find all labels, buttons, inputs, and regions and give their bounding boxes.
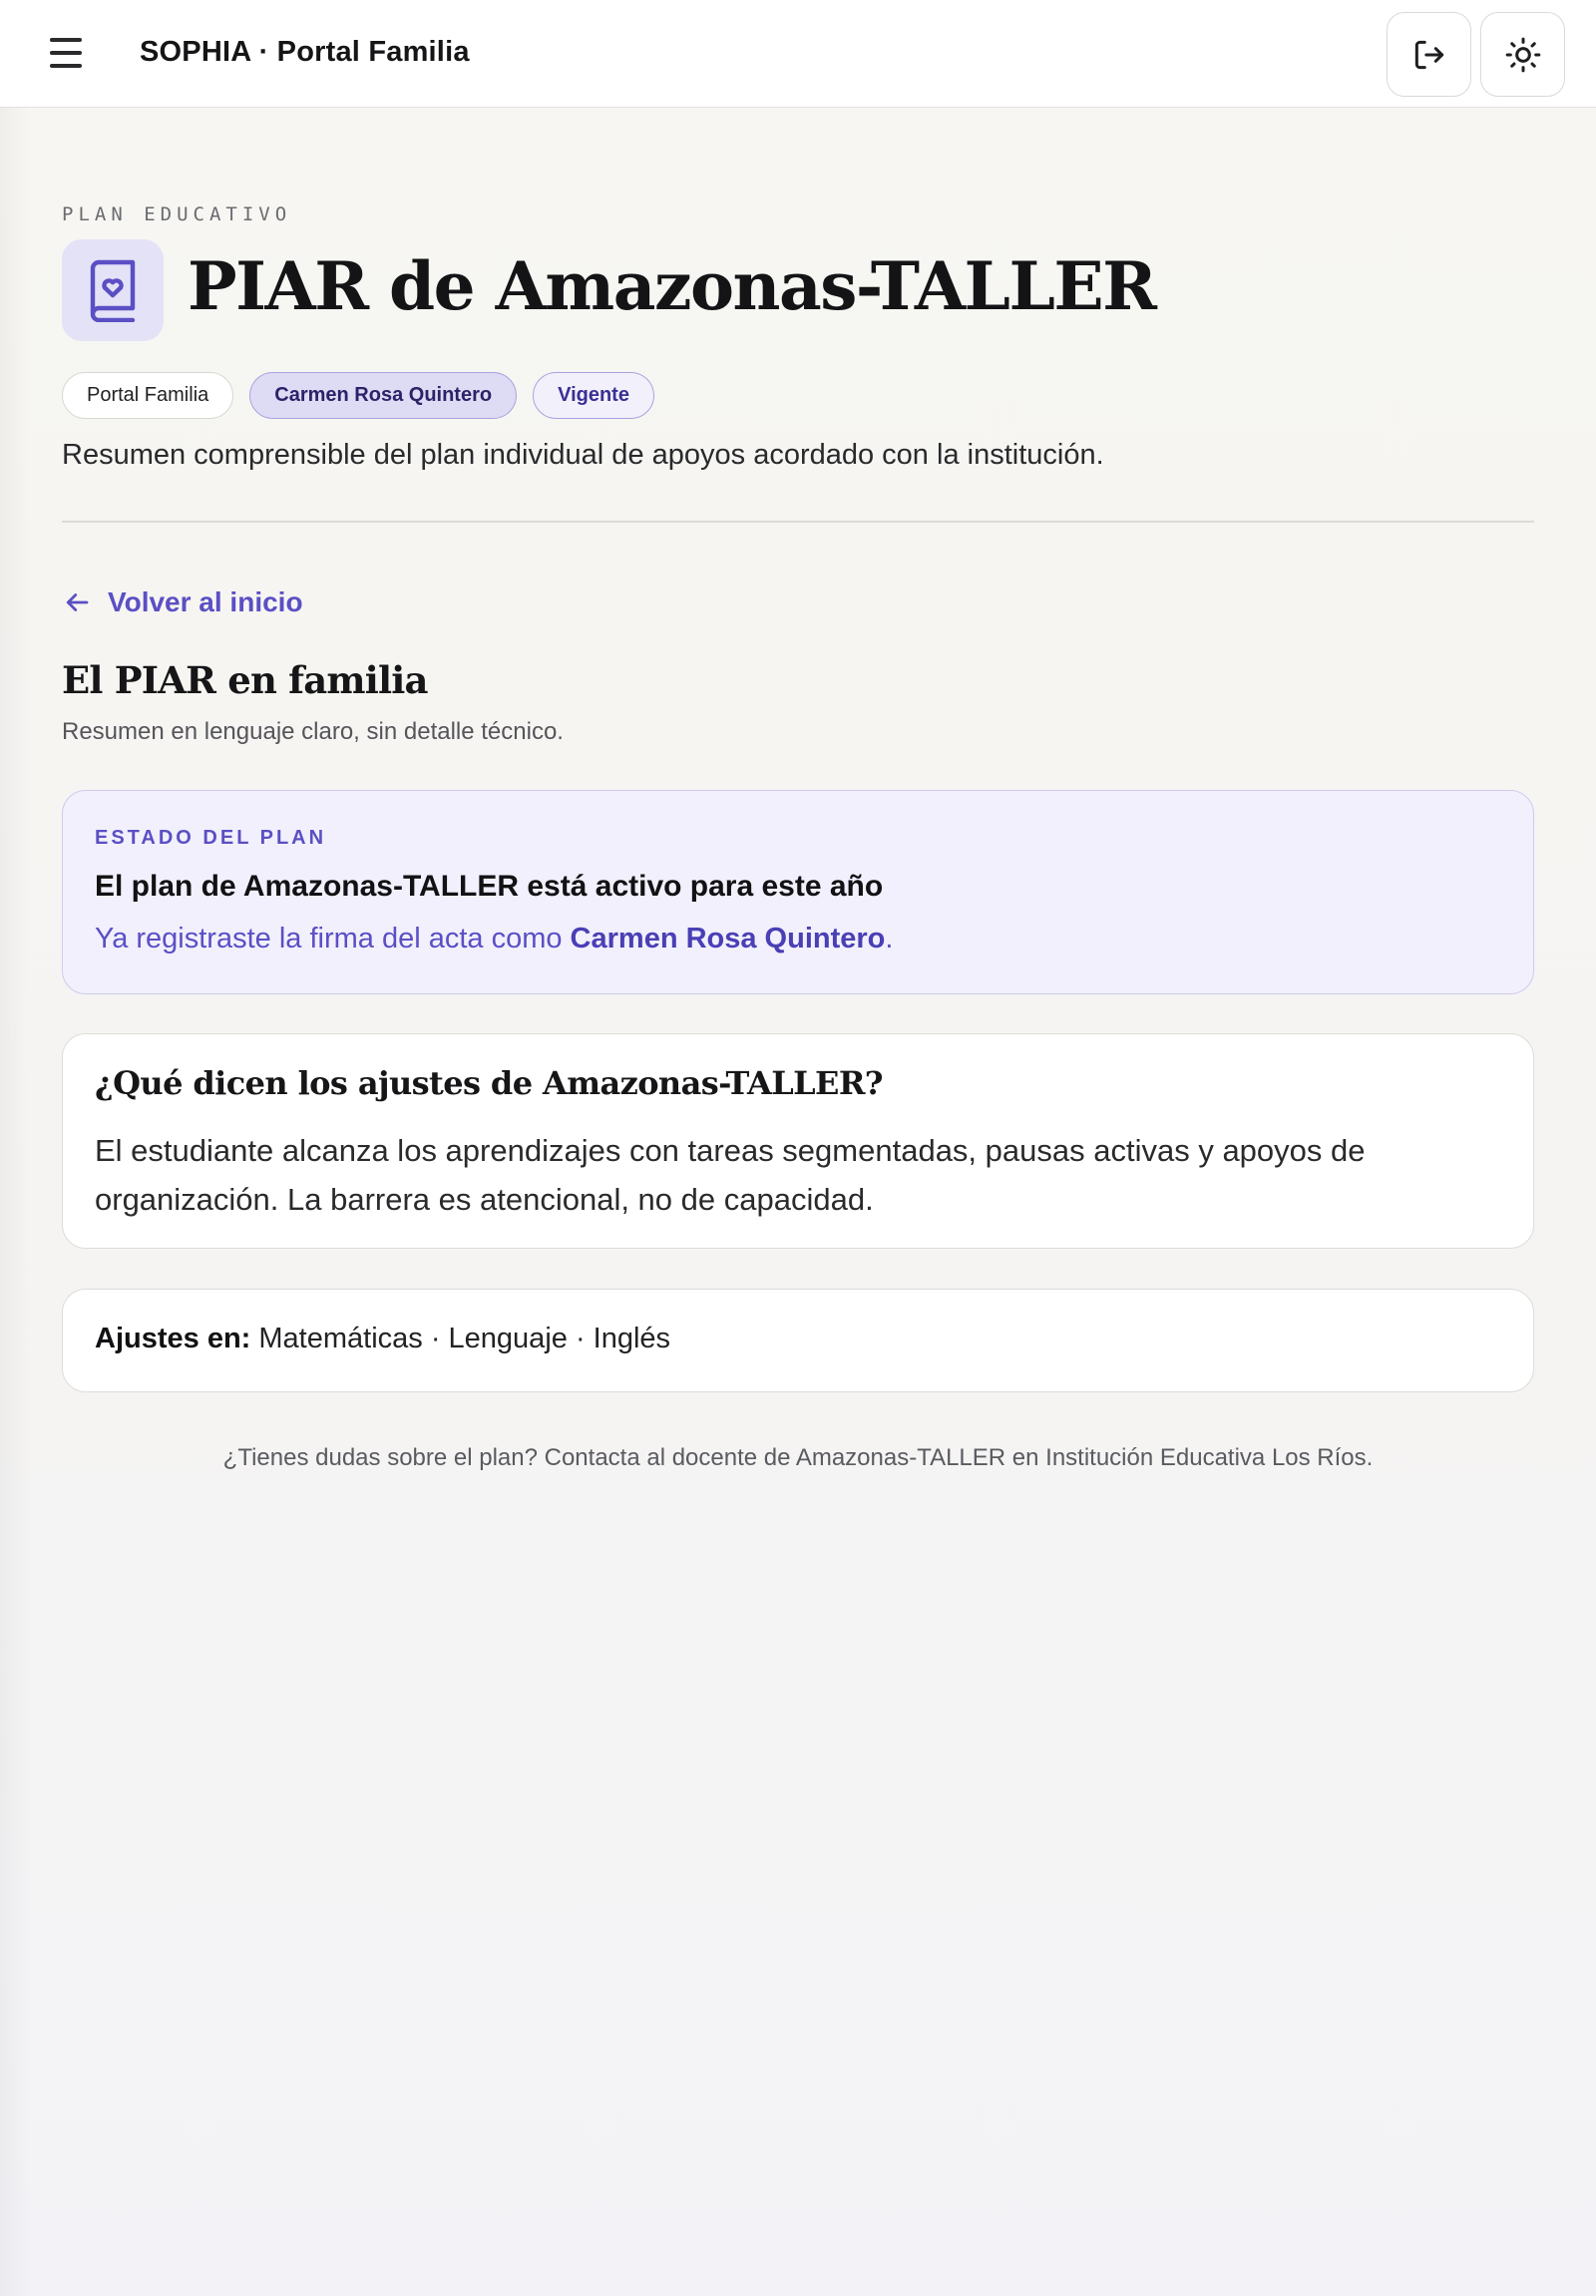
plan-status-headline: El plan de Amazonas-TALLER está activo p… [95, 870, 884, 903]
logout-icon [1414, 40, 1443, 69]
footer-note: ¿Tienes dudas sobre el plan? Contacta al… [222, 1444, 1374, 1471]
subjects-label: Ajustes en: [95, 1323, 251, 1354]
chip-portal: Portal Familia [62, 372, 234, 419]
status-badge: Vigente [533, 372, 654, 419]
subjects-row: Ajustes en: Matemáticas · Lenguaje · Ing… [95, 1323, 670, 1355]
divider [62, 521, 1534, 523]
arrow-left-icon [66, 593, 89, 611]
logout-button[interactable] [1387, 12, 1471, 97]
back-to-home-link[interactable]: Volver al inicio [62, 586, 303, 618]
subjects-card: Ajustes en: Matemáticas · Lenguaje · Ing… [62, 1289, 1534, 1392]
adjustments-body: El estudiante alcanza los aprendizajes c… [95, 1133, 1366, 1217]
chip-row: Portal Familia Carmen Rosa Quintero Vige… [62, 372, 654, 419]
theme-toggle-button[interactable] [1480, 12, 1565, 97]
back-link-label: Volver al inicio [108, 586, 303, 617]
top-bar: SOPHIA · Portal Familia [0, 0, 1596, 108]
page-eyebrow: PLAN EDUCATIVO [62, 203, 292, 225]
guardian-name: Carmen Rosa Quintero [570, 923, 886, 955]
adjustments-question: ¿Qué dicen los ajustes de Amazonas-TALLE… [95, 1064, 884, 1102]
adjustments-card: ¿Qué dicen los ajustes de Amazonas-TALLE… [62, 1033, 1534, 1249]
signature-status-text: Ya registraste la firma del acta como Ca… [95, 923, 894, 955]
subjects-list: Matemáticas · Lenguaje · Inglés [250, 1323, 671, 1354]
page: SOPHIA · Portal Familia PLAN EDUCATIVO P… [0, 0, 1596, 2296]
page-title: PIAR de Amazonas-TALLER [188, 247, 1157, 325]
chip-guardian: Carmen Rosa Quintero [249, 372, 518, 419]
section-title: El PIAR en familia [62, 658, 429, 702]
plan-status-card: ESTADO DEL PLAN El plan de Amazonas-TALL… [62, 790, 1534, 994]
sun-icon [1505, 37, 1540, 72]
book-heart-icon [62, 239, 164, 341]
plan-status-label: ESTADO DEL PLAN [95, 827, 327, 849]
app-title: SOPHIA · Portal Familia [140, 36, 470, 68]
page-summary: Resumen comprensible del plan individual… [62, 439, 1104, 471]
hamburger-menu-icon[interactable] [44, 34, 90, 74]
section-subtitle: Resumen en lenguaje claro, sin detalle t… [62, 718, 564, 745]
